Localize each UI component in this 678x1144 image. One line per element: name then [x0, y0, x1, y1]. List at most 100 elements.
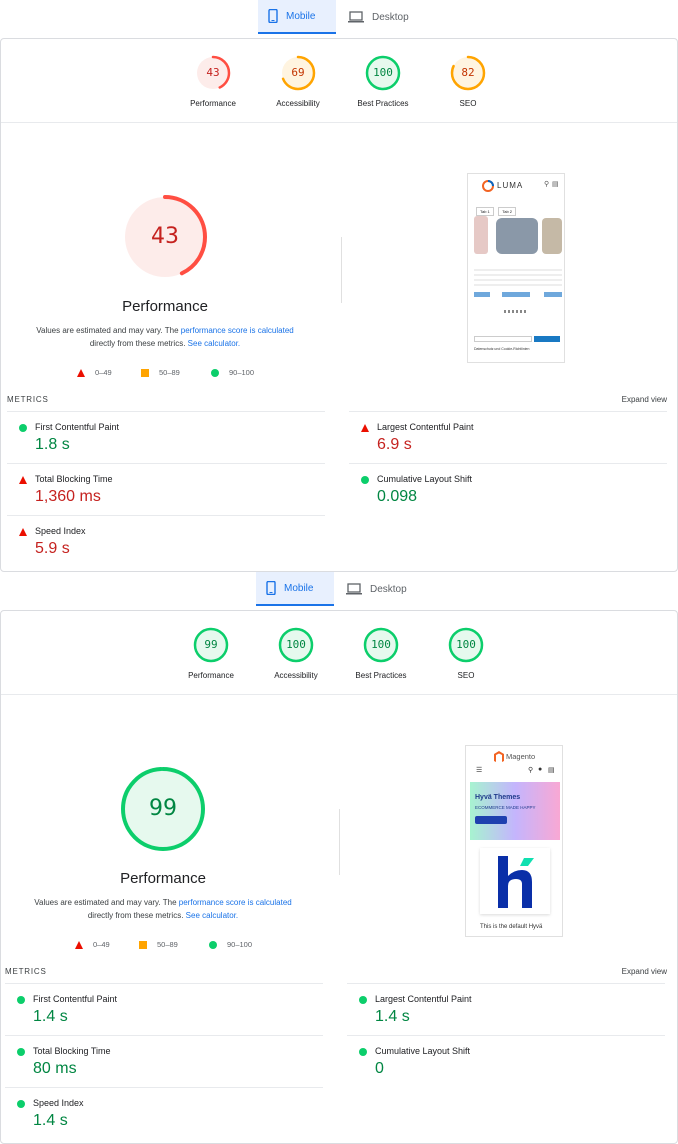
gauge-best-practices[interactable]: 100 Best Practices [338, 55, 428, 108]
average-square-icon [141, 368, 149, 377]
gauge-label: Accessibility [274, 671, 318, 680]
report-card: 99 Performance 100 Accessibility 100 Best Pra… [0, 610, 678, 1144]
performance-title: Performance [122, 298, 208, 315]
gauge-label: Best Practices [357, 99, 409, 108]
pass-circle-icon [17, 1048, 25, 1056]
gauge-score: 82 [461, 66, 475, 79]
pass-circle-icon [17, 996, 25, 1004]
tab-mobile[interactable]: Mobile [258, 0, 336, 34]
add-to-cart-button-2[interactable] [502, 292, 530, 297]
luma-header: LUMA ⚲ ▤ [468, 174, 564, 196]
metric-total-blocking-time: Total Blocking Time 80 ms [5, 1035, 323, 1087]
magento-brand: Magento [506, 752, 536, 761]
tab-mobile[interactable]: Mobile [256, 572, 334, 606]
divider [341, 237, 342, 303]
report-card: 43 Performance 69 Accessibility 100 Best Prac… [0, 38, 678, 572]
gauge-score: 100 [286, 638, 306, 651]
pass-circle-icon [359, 996, 367, 1004]
note-text-2: directly from these metrics. [89, 339, 186, 348]
search-icon: ⚲ [528, 767, 534, 774]
page-screenshot: LUMA ⚲ ▤ Tab 1 Tab 2 Datenschutz und Coo… [467, 173, 565, 363]
cart-icon: ▤ [552, 181, 559, 188]
metric-cumulative-layout-shift: Cumulative Layout Shift 0.098 [349, 463, 667, 515]
gauge-accessibility[interactable]: 100 Accessibility [251, 627, 341, 680]
product-info-lines [474, 266, 562, 286]
gauge-ring: 100 [448, 627, 484, 663]
tab-2[interactable]: Tab 2 [498, 207, 517, 216]
metric-name: Speed Index [33, 1098, 84, 1108]
hero-cta-button[interactable] [475, 816, 507, 824]
gauge-ring: 100 [365, 55, 401, 91]
gauge-ring: 100 [278, 627, 314, 663]
add-to-cart-button-3[interactable] [544, 292, 562, 297]
tab-mobile-label: Mobile [286, 10, 316, 22]
gauge-score: 100 [371, 638, 391, 651]
metric-first-contentful-paint: First Contentful Paint 1.4 s [5, 983, 323, 1035]
gauge-best-practices[interactable]: 100 Best Practices [336, 627, 426, 680]
search-icon: ⚲ [544, 181, 550, 188]
metric-value: 6.9 s [377, 436, 412, 453]
metric-cumulative-layout-shift: Cumulative Layout Shift 0 [347, 1035, 665, 1087]
see-calculator-link[interactable]: See calculator. [188, 339, 240, 348]
hero-subtitle: ECOMMERCE MADE HAPPY [475, 805, 536, 810]
report-1: Mobile Desktop 43 Performance 69 Accessibil… [0, 0, 678, 572]
performance-gauge-large: 99 [113, 765, 213, 853]
mobile-icon [268, 9, 278, 23]
note-text: Values are estimated and may vary. The [36, 326, 179, 335]
metric-name: Largest Contentful Paint [375, 994, 472, 1004]
device-tabs: Mobile Desktop [0, 0, 678, 36]
gauge-score: 43 [206, 66, 220, 79]
gauge-performance[interactable]: 43 Performance [168, 55, 258, 108]
tab-mobile-label: Mobile [284, 582, 314, 594]
performance-score-link[interactable]: performance score is calculated [179, 898, 292, 907]
fail-triangle-icon [77, 368, 85, 377]
gauge-score: 69 [291, 66, 305, 79]
cookie-accept-button[interactable] [534, 336, 560, 342]
gauge-performance[interactable]: 99 Performance [166, 627, 256, 680]
metric-value: 0.098 [377, 488, 418, 505]
fail-triangle-icon [75, 940, 83, 949]
luma-logo-icon [482, 180, 494, 192]
gauge-label: SEO [459, 99, 477, 108]
metric-name: First Contentful Paint [33, 994, 118, 1004]
product-tabs: Tab 1 Tab 2 [476, 200, 517, 216]
metrics-heading: METRICS [5, 967, 47, 976]
default-caption: This is the default Hyvä [480, 924, 543, 930]
see-calculator-link[interactable]: See calculator. [186, 911, 238, 920]
gauge-seo[interactable]: 100 SEO [421, 627, 511, 680]
legend-fail: 0–49 [95, 368, 112, 377]
magento-header: Magento ☰ ⚲ ● ▤ [466, 746, 562, 780]
fail-triangle-icon [19, 528, 27, 536]
metric-name: Cumulative Layout Shift [377, 474, 473, 484]
legend-fail: 0–49 [93, 940, 110, 949]
metric-name: Speed Index [35, 526, 86, 536]
tab-1[interactable]: Tab 1 [476, 207, 494, 216]
expand-view-button[interactable]: Expand view [622, 967, 667, 976]
tab-desktop[interactable]: Desktop [336, 572, 426, 606]
metric-name: Cumulative Layout Shift [375, 1046, 471, 1056]
add-to-cart-button-1[interactable] [474, 292, 490, 297]
category-gauges: 99 Performance 100 Accessibility 100 Best Pra… [1, 611, 677, 695]
expand-view-button[interactable]: Expand view [622, 395, 667, 404]
pass-circle-icon [211, 368, 219, 377]
metric-largest-contentful-paint: Largest Contentful Paint 1.4 s [347, 983, 665, 1035]
hero-title: Hyvä Themes [475, 794, 521, 801]
consent-text: Datenschutz und Cookie-Richtlinien [474, 347, 530, 351]
metric-value: 1.4 s [375, 1008, 410, 1025]
gauge-accessibility[interactable]: 69 Accessibility [253, 55, 343, 108]
gauge-ring: 82 [450, 55, 486, 91]
metric-first-contentful-paint: First Contentful Paint 1.8 s [7, 411, 325, 463]
legend-average: 50–89 [157, 940, 178, 949]
legend-pass: 90–100 [227, 940, 253, 949]
performance-score-link[interactable]: performance score is calculated [181, 326, 294, 335]
cookie-input[interactable] [474, 336, 532, 342]
note-text-2: directly from these metrics. [87, 911, 184, 920]
page-screenshot: Magento ☰ ⚲ ● ▤ Hyvä Themes ECOMMERCE MA… [465, 745, 563, 937]
performance-score-large: 43 [151, 224, 179, 249]
metric-total-blocking-time: Total Blocking Time 1,360 ms [7, 463, 325, 515]
fail-triangle-icon [361, 424, 369, 432]
metric-largest-contentful-paint: Largest Contentful Paint 6.9 s [349, 411, 667, 463]
gauge-seo[interactable]: 82 SEO [423, 55, 513, 108]
metric-name: First Contentful Paint [35, 422, 120, 432]
tab-desktop[interactable]: Desktop [338, 0, 428, 34]
